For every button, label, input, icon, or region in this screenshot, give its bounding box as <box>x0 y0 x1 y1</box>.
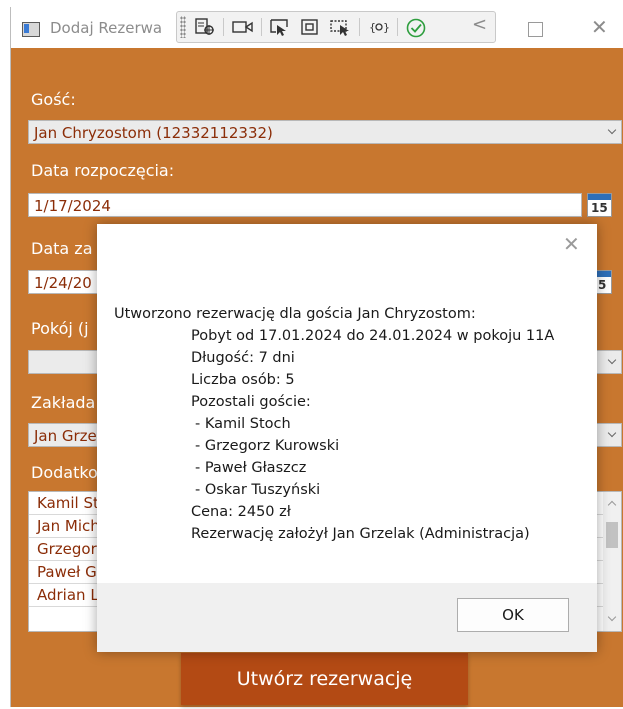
toolbar-grip-icon[interactable] <box>180 16 186 38</box>
chevron-down-icon[interactable] <box>607 612 617 622</box>
toolbar-separator <box>359 18 360 36</box>
message-line: Długość: 7 dni <box>191 350 295 366</box>
video-camera-icon[interactable] <box>232 18 254 36</box>
checkmark-icon[interactable] <box>406 18 428 38</box>
dialog-close-button[interactable]: ✕ <box>563 232 580 256</box>
guest-select-value: Jan Chryzostom (12332112332) <box>34 124 273 142</box>
guest-label: Gość: <box>31 90 76 109</box>
window-close-button[interactable]: ✕ <box>591 15 608 39</box>
calendar-icon <box>588 194 611 200</box>
calendar-day-number: 5 <box>598 278 607 292</box>
collapse-chevron-icon[interactable]: < <box>472 14 487 35</box>
guest-select[interactable]: Jan Chryzostom (12332112332) <box>28 120 622 144</box>
toolbar-separator <box>223 18 224 36</box>
creator-line: Rezerwację założył Jan Grzelak (Administ… <box>191 526 530 542</box>
svg-text:{: { <box>369 21 376 34</box>
message-dialog: ✕ Utworzono rezerwację dla gościa Jan Ch… <box>97 224 597 652</box>
window-title: Dodaj Rezerwa <box>50 19 163 37</box>
message-line: Utworzono rezerwację dla gościa Jan Chry… <box>114 306 476 322</box>
toolbar-separator <box>397 18 398 36</box>
start-date-label: Data rozpoczęcia: <box>31 161 175 180</box>
create-reservation-button[interactable]: Utwórz rezerwację <box>181 653 468 705</box>
chevron-down-icon <box>607 355 617 365</box>
message-line: Liczba osób: 5 <box>191 372 295 388</box>
hot-reload-icon[interactable]: {} <box>368 18 390 36</box>
chevron-up-icon[interactable] <box>607 500 617 510</box>
scrollbar-thumb[interactable] <box>606 522 618 548</box>
start-date-input[interactable]: 1/17/2024 <box>28 193 582 217</box>
dialog-footer: OK <box>97 583 597 652</box>
display-layout-adorners-icon[interactable] <box>328 18 352 36</box>
creator-select-value: Jan Grze <box>34 427 97 445</box>
pointer-select-icon[interactable] <box>269 18 291 36</box>
extra-guests-label: Dodatko <box>31 463 98 482</box>
xaml-debug-toolbar: {} < <box>176 11 496 43</box>
end-date-value: 1/24/20 <box>34 274 92 292</box>
start-date-value: 1/17/2024 <box>34 197 111 215</box>
room-label: Pokój (j <box>31 319 89 338</box>
select-element-icon[interactable] <box>195 18 215 36</box>
guest-line: - Paweł Głaszcz <box>195 460 307 476</box>
creator-label: Zakłada <box>31 393 96 412</box>
price-line: Cena: 2450 zł <box>191 504 291 520</box>
calendar-day-number: 15 <box>591 201 608 215</box>
guest-line: - Kamil Stoch <box>195 416 291 432</box>
maximize-button[interactable] <box>528 22 543 37</box>
svg-text:}: } <box>383 21 390 34</box>
title-bar[interactable]: Dodaj Rezerwa ✕ {} < <box>11 7 623 47</box>
toolbar-separator <box>261 18 262 36</box>
list-scrollbar[interactable] <box>603 492 621 631</box>
guest-line: - Oskar Tuszyński <box>195 482 321 498</box>
chevron-down-icon <box>607 428 617 438</box>
track-focused-icon[interactable] <box>300 18 320 36</box>
start-date-calendar-button[interactable]: 15 <box>587 193 612 217</box>
ok-button[interactable]: OK <box>457 598 569 632</box>
end-date-label: Data za <box>31 239 93 258</box>
guest-line: - Grzegorz Kurowski <box>195 438 340 454</box>
chevron-down-icon <box>607 125 617 135</box>
message-line: Pozostali goście: <box>191 394 311 410</box>
app-icon <box>22 22 40 37</box>
message-line: Pobyt od 17.01.2024 do 24.01.2024 w poko… <box>191 328 555 344</box>
